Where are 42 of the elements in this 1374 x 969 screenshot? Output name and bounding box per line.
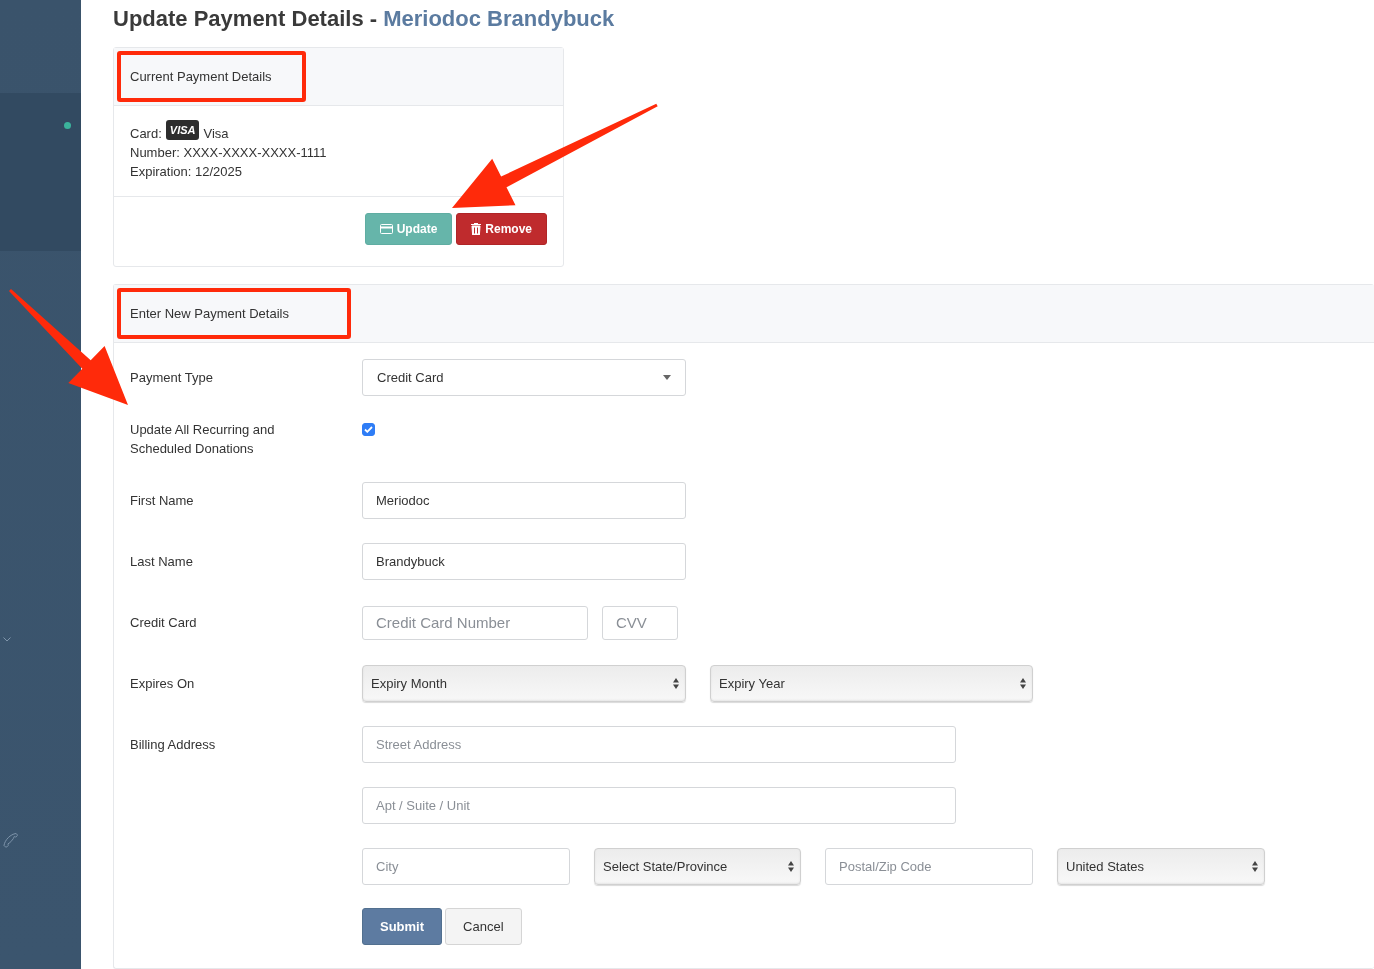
- input-field[interactable]: Meriodoc: [362, 482, 686, 519]
- field-label: First Name: [130, 492, 195, 510]
- up-down-arrows-icon: [673, 678, 679, 689]
- field-label: Expires On: [130, 675, 196, 693]
- card-number: Number: XXXX-XXXX-XXXX-1111: [130, 144, 328, 162]
- select-field[interactable]: Expiry Year: [710, 665, 1033, 702]
- field-label: Payment Type: [130, 369, 214, 387]
- card-label: Card:: [130, 125, 162, 143]
- input-field[interactable]: Brandybuck: [362, 543, 686, 580]
- cancel-button[interactable]: Cancel: [445, 908, 522, 945]
- input-field[interactable]: Credit Card Number: [362, 605, 588, 640]
- up-down-arrows-icon: [1020, 678, 1026, 689]
- select-field[interactable]: Credit Card: [362, 359, 686, 396]
- select-field[interactable]: Select State/Province: [594, 848, 801, 885]
- remove-button[interactable]: Remove: [456, 213, 547, 245]
- checkbox[interactable]: [362, 423, 375, 436]
- input-field[interactable]: Postal/Zip Code: [825, 848, 1033, 885]
- up-down-arrows-icon: [1252, 861, 1258, 872]
- input-field[interactable]: City: [362, 848, 570, 885]
- select-field[interactable]: Expiry Month: [362, 665, 686, 702]
- card-header-title: Current Payment Details: [117, 51, 306, 102]
- status-dot-icon: [64, 122, 71, 129]
- page-title: Update Payment Details - Meriodoc Brandybuck: [113, 6, 616, 32]
- card-brand: Visa: [203, 125, 229, 143]
- phone-icon[interactable]: [3, 832, 19, 848]
- input-field[interactable]: CVV: [602, 605, 678, 640]
- caret-icon: [663, 375, 671, 380]
- submit-button[interactable]: Submit: [362, 908, 443, 945]
- card-brand-badge: VISA: [165, 119, 200, 140]
- input-field[interactable]: Street Address: [362, 726, 956, 763]
- field-label: Update All Recurring and Scheduled Donations: [130, 421, 276, 458]
- card-header-title: Enter New Payment Details: [117, 288, 351, 339]
- card-expiration: Expiration: 12/2025: [130, 163, 244, 181]
- trash-icon: [471, 223, 482, 235]
- field-label: Last Name: [130, 553, 194, 571]
- credit-card-icon: [379, 224, 393, 234]
- field-label: Credit Card: [130, 614, 198, 632]
- chevron-down-icon[interactable]: [3, 637, 11, 642]
- select-field[interactable]: United States: [1057, 848, 1265, 885]
- input-field[interactable]: Apt / Suite / Unit: [362, 787, 956, 824]
- field-label: Billing Address: [130, 736, 217, 754]
- up-down-arrows-icon: [788, 861, 794, 872]
